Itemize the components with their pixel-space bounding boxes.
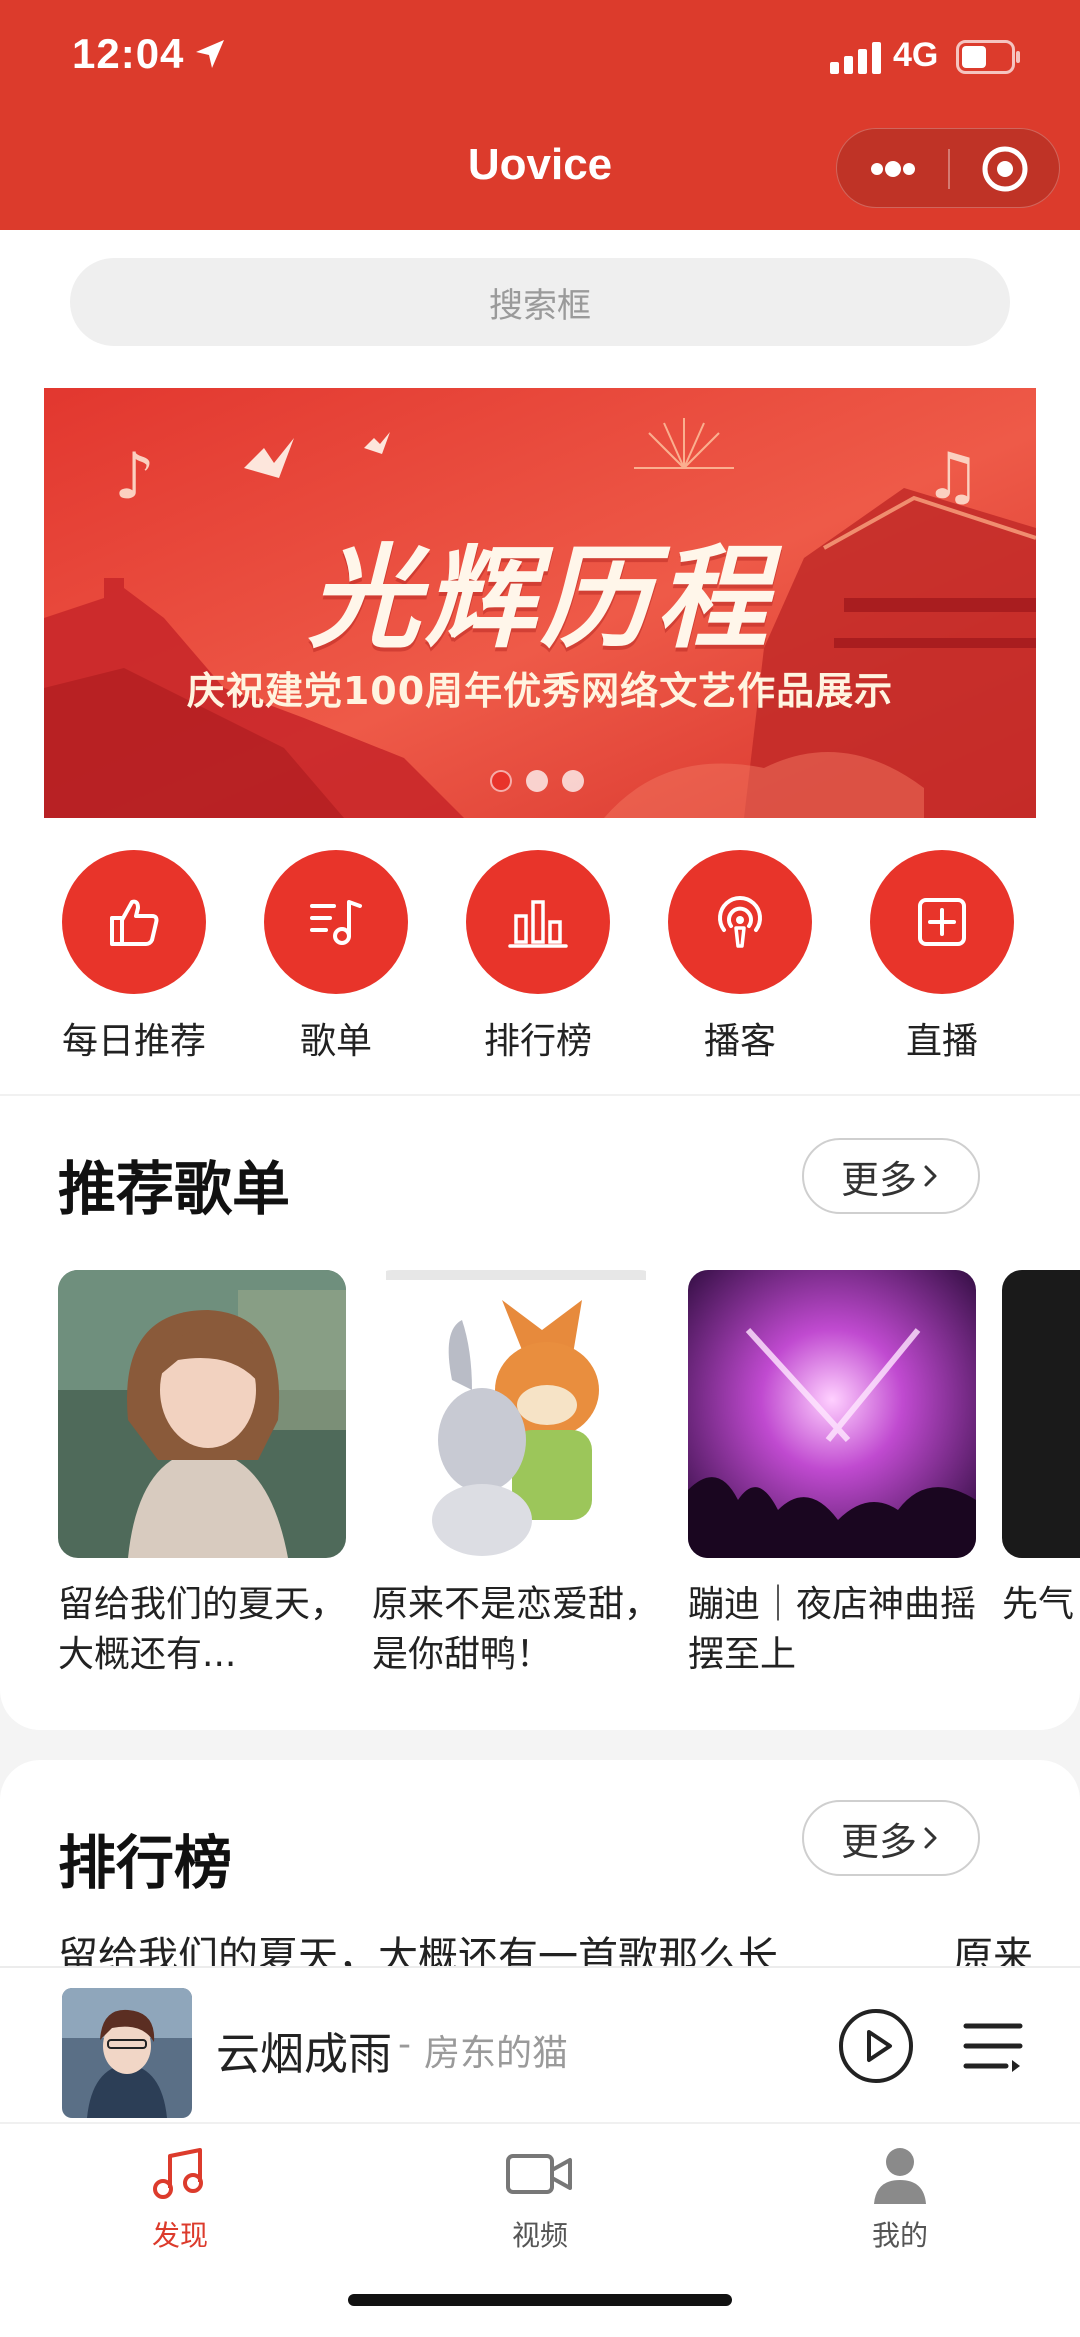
playlist-title: 留给我们的夏天，大概还有... [58,1584,346,1675]
now-playing-artist: 房东的猫 [424,2033,569,2074]
playlist-queue-icon[interactable] [962,2018,1024,2074]
playlist-cover-image [688,1270,976,1558]
user-icon [874,2148,926,2204]
bar-chart-icon [508,900,568,948]
mini-program-capsule [836,128,1060,208]
shortcut-label: 歌单 [299,1021,372,1062]
thumbs-up-icon [110,899,159,946]
close-mini-program-button[interactable] [949,129,1061,209]
tab-video[interactable]: 视频 [440,2142,640,2254]
podcast-icon [718,896,762,948]
more-label: 更多 [840,1819,917,1864]
play-icon[interactable] [836,2006,916,2086]
playlist-card[interactable]: 先气 [1002,1270,1080,1680]
ranking-section-title: 排行榜 [58,1829,233,1897]
status-bar: 12:04 4G [0,0,1080,110]
svg-text:♫: ♫ [924,440,981,514]
shortcut-row: 每日推荐 歌单 排行榜 播客 直播 [0,850,1080,1062]
banner-subtitle: 庆祝建党100周年优秀网络文艺作品展示 [186,669,894,713]
status-time: 12:04 [72,30,185,77]
banner-dot-2[interactable] [526,770,548,792]
playlist-cover-image [1002,1270,1080,1558]
search-input[interactable]: 搜索框 [70,258,1010,346]
ranking-section: 排行榜 更多 留给我们的夏天，大概还有一首歌那么长 原来 [0,1760,1080,1980]
playlist-title: 蹦迪｜夜店神曲摇摆至上 [688,1584,976,1675]
bottom-tab-bar: 发现 视频 我的 [0,2122,1080,2337]
playlist-card[interactable]: 留给我们的夏天，大概还有... [58,1270,346,1680]
ranking-more-button[interactable]: 更多 [802,1800,980,1876]
app-header: 12:04 4G Uovice [0,0,1080,230]
network-type: 4G [893,36,939,74]
shortcut-podcast[interactable]: 播客 [640,850,840,1064]
tab-label: 我的 [871,2219,928,2252]
shortcut-daily-recommend[interactable]: 每日推荐 [34,850,234,1064]
banner-headline: 光辉历程 [308,534,772,664]
shortcut-playlists[interactable]: 歌单 [236,850,436,1064]
playlist-music-icon [310,900,362,945]
svg-text:♪: ♪ [114,440,155,514]
location-arrow-icon [196,40,224,68]
shortcut-charts[interactable]: 排行榜 [438,850,638,1064]
banner-dot-1[interactable] [490,770,512,792]
recommended-section-title: 推荐歌单 [58,1155,291,1223]
chevron-right-icon [924,1165,937,1187]
playlist-title: 先气 [1002,1584,1075,1625]
search-placeholder: 搜索框 [489,285,591,326]
playlist-carousel: 留给我们的夏天，大概还有... 原来不是恋爱甜，是你甜鸭！ 蹦迪｜夜店神曲摇摆至… [0,1270,1080,1690]
shortcut-label: 播客 [703,1021,776,1062]
playlist-card[interactable]: 蹦迪｜夜店神曲摇摆至上 [688,1270,976,1680]
target-circle-icon [982,146,1028,192]
shortcut-label: 每日推荐 [61,1021,206,1062]
more-options-button[interactable] [837,129,949,209]
tab-mine[interactable]: 我的 [800,2142,1000,2254]
now-playing-title: 云烟成雨 [216,2029,392,2080]
shortcut-label: 直播 [905,1021,978,1062]
more-dots-icon [871,161,915,177]
shortcut-label: 排行榜 [483,1021,592,1062]
mini-player[interactable]: 云烟成雨 - 房东的猫 [0,1966,1080,2122]
home-indicator [348,2294,732,2306]
tab-discover[interactable]: 发现 [80,2142,280,2254]
banner-page-indicator [490,770,584,792]
music-note-icon [153,2148,203,2199]
shortcut-live[interactable]: 直播 [842,850,1042,1064]
recommended-more-button[interactable]: 更多 [802,1138,980,1214]
playlist-cover-image [372,1270,660,1558]
plus-square-icon [918,898,966,946]
tab-label: 视频 [511,2219,568,2252]
signal-icon [830,42,881,74]
section-divider [0,1094,1080,1096]
more-label: 更多 [840,1157,917,1202]
banner-dot-3[interactable] [562,770,584,792]
chevron-right-icon [924,1827,937,1849]
now-playing-separator: - [398,2024,411,2065]
playlist-card[interactable]: 原来不是恋爱甜，是你甜鸭！ [372,1270,660,1680]
playlist-cover-image [58,1270,346,1558]
battery-icon [956,40,1020,74]
now-playing-cover [62,1988,192,2118]
tab-label: 发现 [151,2219,208,2252]
playlist-title: 原来不是恋爱甜，是你甜鸭！ [372,1584,660,1675]
promo-banner[interactable]: ♪ ♫ 光辉历程 庆祝建党100周年优秀网络文艺作品展示 [44,388,1036,818]
video-camera-icon [506,2154,572,2194]
